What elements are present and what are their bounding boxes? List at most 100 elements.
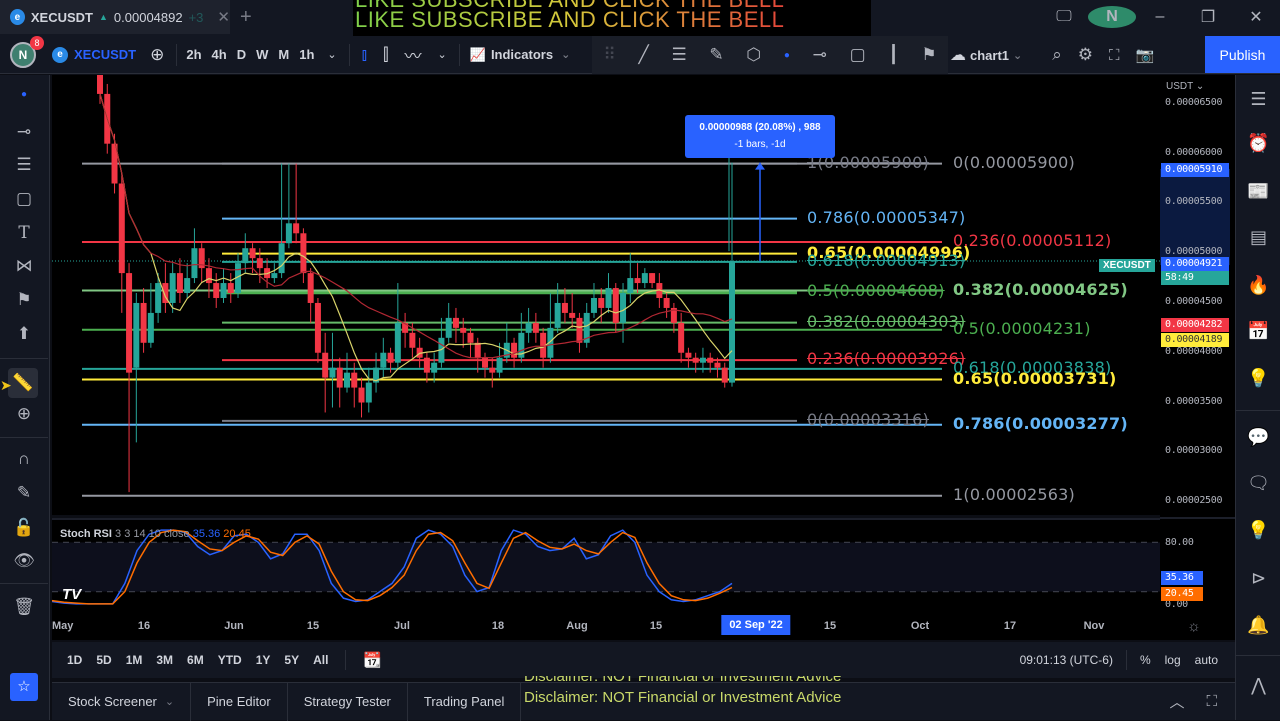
timeframe-w[interactable]: W	[251, 36, 273, 74]
layout-save[interactable]: ☁ chart1 ⌄	[950, 45, 1022, 65]
price-label-measure-top: 0.00005910	[1161, 163, 1229, 177]
vertical-line-icon[interactable]: ┃	[888, 45, 898, 65]
ruler-icon[interactable]: 📏	[8, 368, 38, 398]
compare-add-icon[interactable]: ⊕	[142, 36, 172, 74]
eye-icon[interactable]: 👁	[0, 551, 48, 571]
browser-tab[interactable]: e XECUSDT ▲ 0.00004892 +3 ✕	[0, 0, 230, 34]
drag-handle-icon[interactable]: ⠿	[603, 45, 615, 65]
publish-button[interactable]: Publish	[1205, 36, 1280, 73]
time-axis[interactable]: May 16 Jun 15 Jul 18 Aug 15 02 Sep '22 15 Oct 17 Nov…	[52, 614, 1235, 640]
timeframe-4h[interactable]: 4h	[207, 36, 232, 74]
range-5y[interactable]: 5Y	[277, 653, 306, 667]
pattern-icon[interactable]: ⋈	[0, 256, 48, 276]
search-icon[interactable]: ⌕	[1052, 45, 1062, 65]
horizontal-line-icon[interactable]: ⊸	[0, 122, 48, 142]
percent-toggle[interactable]: %	[1133, 653, 1158, 667]
currency-selector[interactable]: USDT ⌄	[1166, 81, 1204, 92]
zoom-in-icon[interactable]: ⊕	[0, 404, 48, 424]
restore-icon[interactable]: ❐	[1184, 7, 1232, 27]
arrow-up-icon[interactable]: ⬆	[0, 324, 48, 344]
path-shape-icon[interactable]: ⬡	[746, 45, 761, 65]
indicators-button[interactable]: 📈 Indicators ⌄	[464, 36, 577, 74]
watchlist-icon[interactable]: ☰	[1236, 89, 1280, 110]
color-dot-icon[interactable]: ●	[784, 50, 790, 61]
forecast-icon[interactable]: ⚑	[0, 290, 48, 310]
maximize-panel-icon[interactable]: ⛶	[1206, 693, 1217, 710]
new-tab-icon[interactable]: +	[240, 6, 252, 29]
chevron-down-icon[interactable]: ⌄	[430, 36, 455, 74]
gear-icon[interactable]: ⚙	[1078, 45, 1093, 65]
chevron-down-icon[interactable]: ⌄	[319, 36, 344, 74]
streams-play-icon[interactable]: ⊳	[1236, 568, 1280, 589]
log-toggle[interactable]: log	[1158, 653, 1188, 667]
brush-icon[interactable]: ✎	[709, 45, 723, 65]
clock-readout[interactable]: 09:01:13 (UTC-6)	[1013, 653, 1120, 667]
timeframe-2h[interactable]: 2h	[181, 36, 206, 74]
messages-icon[interactable]: 🗨	[1236, 473, 1280, 494]
hotlist-flame-icon[interactable]: 🔥	[1236, 275, 1280, 296]
range-1m[interactable]: 1M	[119, 653, 150, 667]
divider	[345, 650, 347, 670]
minimize-icon[interactable]: –	[1136, 8, 1184, 26]
range-1y[interactable]: 1Y	[249, 653, 278, 667]
user-avatar-small[interactable]: N	[1088, 6, 1136, 28]
line-style-icon[interactable]: 〰	[397, 36, 430, 74]
axis-settings-icon[interactable]: ☼	[1187, 618, 1201, 635]
fib-retracement-icon[interactable]: ☰	[0, 155, 48, 175]
timeframe-d[interactable]: D	[232, 36, 251, 74]
range-3m[interactable]: 3M	[149, 653, 180, 667]
close-window-icon[interactable]: ✕	[1232, 7, 1280, 27]
bell-icon[interactable]: 🔔	[1236, 615, 1280, 636]
line-width-icon[interactable]: ⊸	[813, 45, 827, 65]
crosshair-dot-icon[interactable]: ●	[0, 89, 48, 100]
ma-long-price-label: 0.00004282	[1161, 318, 1229, 332]
magnet-icon[interactable]: ∩	[0, 449, 48, 469]
bar-style-icon[interactable]: ⫿	[375, 36, 396, 74]
candle-body	[482, 357, 489, 368]
symbol-search[interactable]: e XECUSDT	[46, 36, 142, 74]
rectangle-icon[interactable]: ▢	[0, 189, 48, 209]
news-icon[interactable]: 📰	[1236, 181, 1280, 202]
collapse-panel-icon[interactable]: ︿	[1169, 691, 1184, 712]
data-window-icon[interactable]: ▤	[1236, 227, 1280, 248]
stoch-rsi-pane[interactable]: Stoch RSI 3 3 14 10 close 35.36 20.45 TV	[51, 518, 1160, 614]
tradingview-logo: TV	[62, 586, 82, 603]
price-axis[interactable]: USDT ⌄ 0.00006500 0.00006000 0.00005500 0.0…	[1160, 75, 1235, 640]
auto-toggle[interactable]: auto	[1188, 653, 1225, 667]
lock-drawing-icon[interactable]: ✎	[0, 483, 48, 503]
candles-icon[interactable]: ⫾	[354, 36, 375, 74]
signals-chevrons-icon[interactable]: ⋀	[1236, 675, 1280, 696]
tab-pine-editor[interactable]: Pine Editor	[191, 682, 288, 721]
flag-icon[interactable]: ⚑	[921, 45, 936, 65]
idea-stream-icon[interactable]: 💡	[1236, 520, 1280, 541]
goto-date-icon[interactable]: 📆	[356, 651, 389, 669]
chats-icon[interactable]: 💬	[1236, 427, 1280, 448]
lock-icon[interactable]: 🔓	[0, 518, 48, 538]
range-1d[interactable]: 1D	[60, 653, 89, 667]
timeframe-m[interactable]: M	[273, 36, 294, 74]
candle-body	[678, 322, 685, 353]
range-all[interactable]: All	[306, 653, 335, 667]
range-5d[interactable]: 5D	[89, 653, 118, 667]
trend-line-icon[interactable]: ╱	[639, 45, 649, 65]
trash-icon[interactable]: 🗑	[0, 597, 48, 617]
fib-levels-icon[interactable]: ☰	[671, 45, 686, 65]
text-icon[interactable]: T	[0, 223, 48, 243]
alarm-clock-icon[interactable]: ⏰	[1236, 133, 1280, 154]
favorites-star-icon[interactable]: ☆	[10, 673, 38, 701]
camera-icon[interactable]: 📷	[1136, 46, 1155, 64]
calendar-icon[interactable]: 📅	[1236, 321, 1280, 342]
tab-stock-screener[interactable]: Stock Screener ⌄	[52, 682, 192, 721]
user-menu[interactable]: N 8	[10, 35, 44, 68]
range-6m[interactable]: 6M	[180, 653, 211, 667]
fullscreen-icon[interactable]: ⛶	[1109, 47, 1120, 64]
tab-strategy-tester[interactable]: Strategy Tester	[288, 682, 408, 721]
candle-body	[409, 332, 416, 348]
timeframe-1h[interactable]: 1h	[294, 36, 319, 74]
screen-share-icon[interactable]: 🖵	[1040, 8, 1088, 26]
close-tab-icon[interactable]: ✕	[217, 8, 230, 26]
time-tick: Jul	[394, 620, 410, 632]
lightbulb-icon[interactable]: 💡	[1236, 368, 1280, 389]
range-ytd[interactable]: YTD	[211, 653, 249, 667]
rectangle-icon[interactable]: ▢	[850, 45, 866, 65]
